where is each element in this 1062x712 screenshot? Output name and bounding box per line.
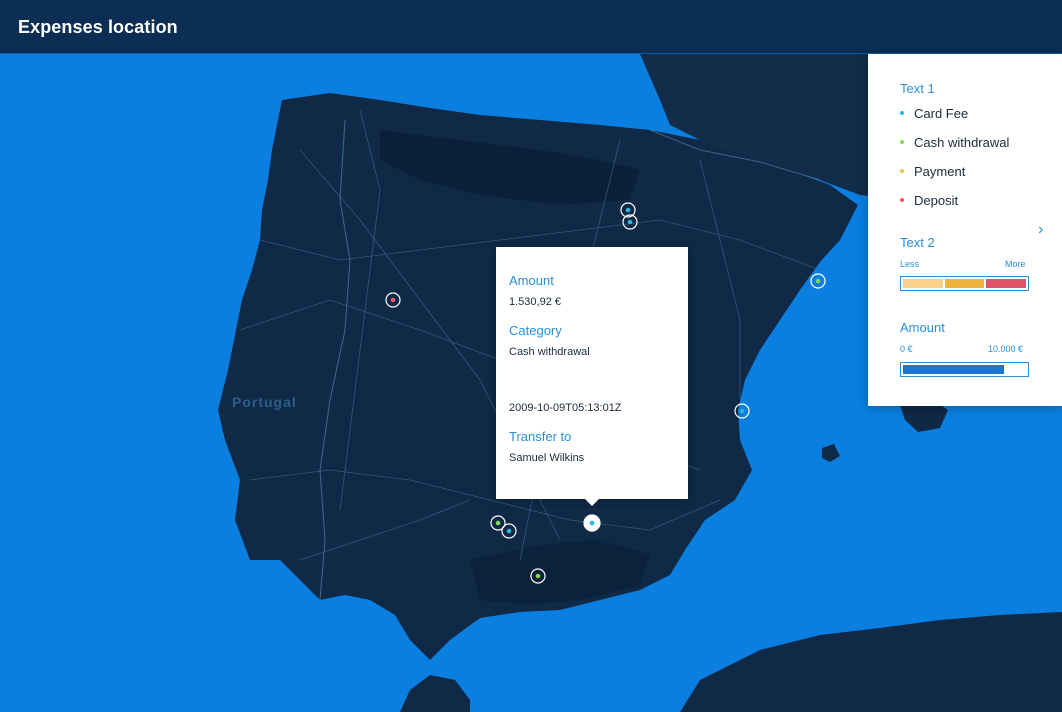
amount-range-fill bbox=[903, 365, 1004, 374]
transaction-popup: Amount 1.530,92 € Category Cash withdraw… bbox=[496, 247, 688, 506]
intensity-scale bbox=[900, 276, 1029, 291]
legend-dot bbox=[900, 140, 904, 144]
legend-dot bbox=[900, 198, 904, 202]
scale-swatch-high bbox=[986, 279, 1027, 288]
scale-swatch-low bbox=[903, 279, 943, 288]
scale-swatch-mid bbox=[944, 279, 985, 288]
popup-date-value: 2009-10-09T05:13:01Z bbox=[509, 402, 622, 414]
legend-item-payment[interactable]: Payment bbox=[900, 163, 965, 179]
amount-max-label: 10.000 € bbox=[988, 344, 1024, 354]
popup-category-value: Cash withdrawal bbox=[509, 346, 590, 358]
legend-item-label: Card Fee bbox=[914, 105, 969, 121]
popup-transfer-value: Samuel Wilkins bbox=[509, 452, 585, 464]
legend-item-label: Cash withdrawal bbox=[914, 134, 1010, 150]
amount-min-label: 0 € bbox=[900, 344, 913, 354]
expense-marker[interactable] bbox=[583, 514, 601, 532]
popup-amount-label: Amount bbox=[509, 273, 554, 288]
legend-text2-title: Text 2 bbox=[900, 235, 935, 250]
legend-dot bbox=[900, 111, 904, 115]
popup-category-label: Category bbox=[509, 323, 562, 338]
legend-item-deposit[interactable]: Deposit bbox=[900, 192, 958, 208]
legend-panel: Text 1 Card Fee Cash withdrawal Payment … bbox=[868, 54, 1062, 406]
popup-amount-value: 1.530,92 € bbox=[509, 296, 561, 308]
popup-transfer-label: Transfer to bbox=[509, 429, 572, 444]
app-header: Expenses location bbox=[0, 0, 1062, 54]
amount-range-bar[interactable] bbox=[900, 362, 1029, 377]
scale-more-label: More bbox=[1005, 259, 1026, 269]
page-title: Expenses location bbox=[18, 17, 178, 37]
legend-text1-title: Text 1 bbox=[900, 81, 935, 96]
legend-item-label: Payment bbox=[914, 163, 966, 179]
legend-item-cash-withdrawal[interactable]: Cash withdrawal bbox=[900, 134, 1009, 150]
chevron-right-icon[interactable]: › bbox=[1038, 222, 1043, 238]
legend-item-label: Deposit bbox=[914, 192, 959, 208]
legend-dot bbox=[900, 169, 904, 173]
legend-item-card-fee[interactable]: Card Fee bbox=[900, 105, 968, 121]
popup-pointer bbox=[585, 499, 599, 506]
country-label-portugal: Portugal bbox=[232, 394, 297, 410]
scale-less-label: Less bbox=[900, 259, 920, 269]
legend-amount-title: Amount bbox=[900, 320, 945, 335]
